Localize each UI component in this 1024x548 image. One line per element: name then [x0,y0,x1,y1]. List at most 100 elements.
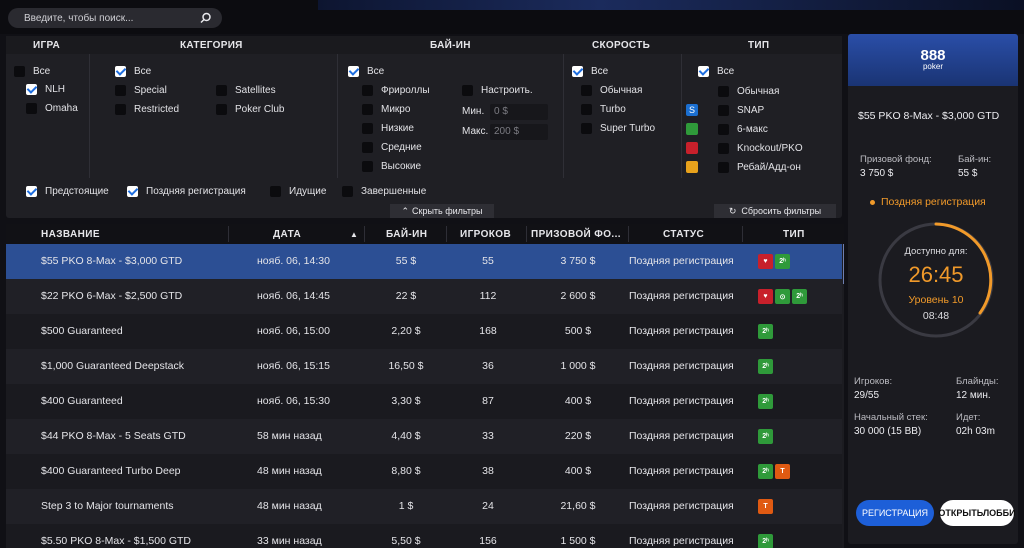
checkbox[interactable] [362,104,373,115]
min-buyin-input[interactable]: 0 $ [490,104,548,120]
min-label: Мин. [462,106,485,117]
filter-game-all[interactable]: Все [14,66,50,77]
promo-banner[interactable] [318,0,1024,10]
checkbox[interactable] [362,142,373,153]
column-name[interactable]: НАЗВАНИЕ [41,229,100,240]
checkbox[interactable] [115,104,126,115]
label: Omaha [45,103,78,114]
filter-category-special[interactable]: Special [115,85,167,96]
cell-buyin: 55 $ [395,255,417,267]
filter-category-all[interactable]: Все [115,66,151,77]
checkbox-checked[interactable] [572,66,583,77]
checkbox[interactable] [362,85,373,96]
filter-buyin-freerolls[interactable]: Фрироллы [362,85,430,96]
table-row[interactable]: $55 PKO 8-Max - $3,000 GTD нояб. 06, 14:3… [6,244,842,279]
open-lobby-button[interactable]: ОТКРЫТЬЛОББИ [938,500,1016,526]
checkbox-checked[interactable] [698,66,709,77]
cell-date: 58 мин назад [257,430,322,442]
checkbox[interactable] [718,123,729,135]
table-row[interactable]: Step 3 to Major tournaments 48 мин назад 1… [6,489,842,524]
filter-type-all[interactable]: Все [698,66,734,77]
column-date[interactable]: ДАТА [273,229,301,240]
filter-buyin-medium[interactable]: Средние [362,142,422,153]
checkbox[interactable] [581,85,592,96]
checkbox[interactable] [270,186,281,197]
filter-game-nlh[interactable]: NLH [26,84,65,95]
filter-status-running[interactable]: Идущие [270,186,326,197]
column-type[interactable]: ТИП [783,229,805,240]
checkbox[interactable] [718,104,729,116]
filter-type-knockout[interactable]: Knockout/PKO [686,142,803,154]
checkbox[interactable] [342,186,353,197]
checkbox[interactable] [26,103,37,114]
filter-speed-turbo[interactable]: Turbo [581,104,626,115]
search-icon[interactable] [200,12,212,24]
table-row[interactable]: $5.50 PKO 8-Max - $1,500 GTD 33 мин назад… [6,524,842,548]
checkbox[interactable] [115,85,126,96]
table-row[interactable]: $1,000 Guaranteed Deepstack нояб. 06, 15:… [6,349,842,384]
label: Обычная [737,85,780,97]
cell-date: нояб. 06, 15:15 [257,360,330,372]
checkbox-checked[interactable] [127,186,138,197]
filter-status-finished[interactable]: Завершенные [342,186,426,197]
search-placeholder[interactable]: Введите, чтобы поиск... [24,13,200,24]
details-title: $55 PKO 8-Max - $3,000 GTD [858,110,1000,122]
players-label: Игроков: [854,376,893,387]
filter-type-snap[interactable]: S SNAP [686,104,764,116]
column-status[interactable]: СТАТУС [663,229,704,240]
register-button[interactable]: РЕГИСТРАЦИЯ [856,500,934,526]
checkbox[interactable] [362,123,373,134]
filter-status-upcoming[interactable]: Предстоящие [26,186,109,197]
sort-ascending-icon[interactable]: ▲ [350,230,358,239]
checkbox[interactable] [216,85,227,96]
filter-game-omaha[interactable]: Omaha [26,103,78,114]
filter-type-normal[interactable]: Обычная [686,85,779,97]
filter-buyin-high[interactable]: Высокие [362,161,421,172]
checkbox-checked[interactable] [26,186,37,197]
filter-buyin-micro[interactable]: Микро [362,104,410,115]
table-row[interactable]: $400 Guaranteed Turbo Deep 48 мин назад 8,… [6,454,842,489]
table-row[interactable]: $500 Guaranteed нояб. 06, 15:00 2,20 $ 168 5… [6,314,842,349]
checkbox-checked[interactable] [348,66,359,77]
filter-category-satellites[interactable]: Satellites [216,85,276,96]
max-buyin-input[interactable]: 200 $ [490,124,548,140]
cell-players: 55 [482,255,494,267]
cell-buyin: 5,50 $ [391,535,421,547]
chevron-up-icon: ⌃ [401,205,410,216]
cell-date: 48 мин назад [257,500,322,512]
checkbox[interactable] [718,161,729,173]
filter-speed-normal[interactable]: Обычная [581,85,642,96]
filter-status-late-reg[interactable]: Поздняя регистрация [127,186,246,197]
checkbox[interactable] [718,85,729,97]
checkbox[interactable] [362,161,373,172]
column-prize[interactable]: ПРИЗОВОЙ ФО... [531,229,621,240]
hide-filters-button[interactable]: ⌃ Скрыть фильтры [390,204,494,218]
checkbox[interactable] [718,142,729,154]
checkbox-checked[interactable] [115,66,126,77]
checkbox[interactable] [581,104,592,115]
filter-type-6max[interactable]: 6-макс [686,123,768,135]
filter-buyin-low[interactable]: Низкие [362,123,414,134]
checkbox[interactable] [581,123,592,134]
reset-filters-button[interactable]: ↻ Сбросить фильтры [714,204,836,218]
filter-type-column: Все Обычная S SNAP 6-макс Knockout/PKO Ре… [682,54,842,178]
column-buyin[interactable]: БАЙ-ИН [386,229,427,240]
checkbox[interactable] [14,66,25,77]
table-row[interactable]: $44 PKO 8-Max - 5 Seats GTD 58 мин назад 4… [6,419,842,454]
filter-category-poker-club[interactable]: Poker Club [216,104,284,115]
filter-type-rebuy[interactable]: Ребай/Адд-он [686,161,801,173]
filter-buyin-custom[interactable]: Настроить. [462,85,533,96]
cell-prize: 400 $ [564,465,592,477]
filter-speed-all[interactable]: Все [572,66,608,77]
filter-category-restricted[interactable]: Restricted [115,104,179,115]
scrollbar[interactable] [843,244,844,284]
checkbox[interactable] [216,104,227,115]
filter-speed-super-turbo[interactable]: Super Turbo [581,123,655,134]
search-input[interactable]: Введите, чтобы поиск... [8,8,222,28]
checkbox-checked[interactable] [26,84,37,95]
table-row[interactable]: $22 PKO 6-Max - $2,500 GTD нояб. 06, 14:4… [6,279,842,314]
checkbox[interactable] [462,85,473,96]
table-row[interactable]: $400 Guaranteed нояб. 06, 15:30 3,30 $ 87 40… [6,384,842,419]
filter-buyin-all[interactable]: Все [348,66,384,77]
column-players[interactable]: ИГРОКОВ [460,229,511,240]
